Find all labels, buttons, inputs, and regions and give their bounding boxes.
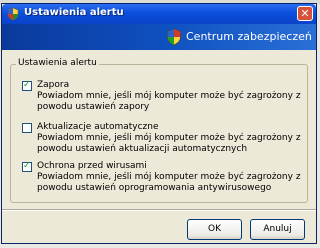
close-button[interactable]: ✕ (297, 6, 313, 21)
group-legend: Ustawienia alertu (16, 58, 99, 68)
alert-settings-dialog: Ustawienia alertu ✕ Centrum zabezpieczeń… (1, 3, 317, 244)
window-title: Ustawienia alertu (24, 7, 124, 18)
check-mark-icon: ✓ (23, 161, 31, 171)
title-bar[interactable]: Ustawienia alertu ✕ (2, 4, 316, 24)
shield-icon (7, 7, 19, 21)
banner-title: Centrum zabezpieczeń (186, 30, 312, 43)
option-label[interactable]: Zapora (37, 80, 69, 90)
option-label[interactable]: Ochrona przed wirusami (37, 161, 147, 171)
shield-icon (167, 28, 181, 46)
security-center-banner: Centrum zabezpieczeń (2, 24, 316, 50)
option-description: Powiadom mnie, jeśli mój komputer może b… (37, 91, 301, 112)
option-description: Powiadom mnie, jeśli mój komputer może b… (37, 172, 301, 193)
ok-button[interactable]: OK (187, 219, 242, 240)
cancel-button[interactable]: Anuluj (250, 219, 305, 240)
automatic-updates-checkbox[interactable] (22, 123, 32, 133)
option-description: Powiadom mnie, jeśli mój komputer może b… (37, 133, 301, 154)
check-mark-icon: ✓ (23, 80, 31, 90)
virus-protection-checkbox[interactable]: ✓ (22, 161, 32, 172)
firewall-checkbox[interactable]: ✓ (22, 80, 32, 91)
button-separator (2, 209, 316, 211)
option-label[interactable]: Aktualizacje automatyczne (37, 122, 159, 132)
alert-settings-group: Ustawienia alertu ✓ Zapora Powiadom mnie… (10, 58, 308, 203)
